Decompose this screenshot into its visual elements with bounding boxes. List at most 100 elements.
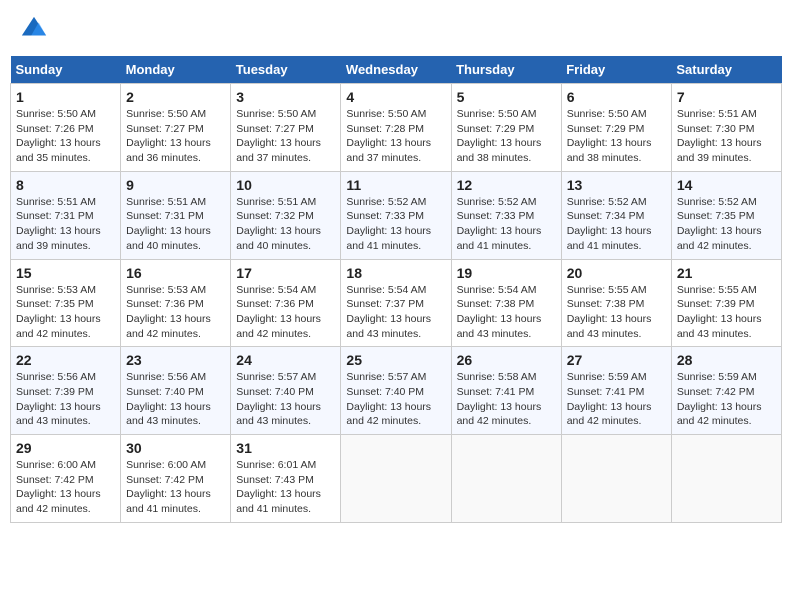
day-number: 16: [126, 265, 225, 281]
calendar-day: 28Sunrise: 5:59 AM Sunset: 7:42 PM Dayli…: [671, 347, 781, 435]
calendar-table: SundayMondayTuesdayWednesdayThursdayFrid…: [10, 56, 782, 523]
calendar-day: 31Sunrise: 6:01 AM Sunset: 7:43 PM Dayli…: [231, 435, 341, 523]
day-number: 20: [567, 265, 666, 281]
calendar-day: 10 Sunrise: 5:51 AM Sunset: 7:32 PM Dayli…: [231, 171, 341, 259]
calendar-week-2: 8 Sunrise: 5:51 AM Sunset: 7:31 PM Daylig…: [11, 171, 782, 259]
day-number: 23: [126, 352, 225, 368]
calendar-day: 15 Sunrise: 5:53 AM Sunset: 7:35 PM Dayli…: [11, 259, 121, 347]
day-info: Sunrise: 5:50 AM Sunset: 7:27 PM Dayligh…: [126, 107, 225, 166]
calendar-week-3: 15 Sunrise: 5:53 AM Sunset: 7:35 PM Dayli…: [11, 259, 782, 347]
day-number: 10: [236, 177, 335, 193]
day-number: 3: [236, 89, 335, 105]
day-info: Sunrise: 5:50 AM Sunset: 7:29 PM Dayligh…: [567, 107, 666, 166]
calendar-day: 23 Sunrise: 5:56 AM Sunset: 7:40 PM Dayli…: [121, 347, 231, 435]
calendar-day: 18Sunrise: 5:54 AM Sunset: 7:37 PM Dayli…: [341, 259, 451, 347]
calendar-week-4: 22 Sunrise: 5:56 AM Sunset: 7:39 PM Dayli…: [11, 347, 782, 435]
calendar-day: 20 Sunrise: 5:55 AM Sunset: 7:38 PM Dayli…: [561, 259, 671, 347]
day-header-thursday: Thursday: [451, 56, 561, 84]
day-info: Sunrise: 5:57 AM Sunset: 7:40 PM Dayligh…: [236, 370, 335, 429]
calendar-day: 7Sunrise: 5:51 AM Sunset: 7:30 PM Daylig…: [671, 84, 781, 172]
calendar-day: [671, 435, 781, 523]
day-info: Sunrise: 5:56 AM Sunset: 7:39 PM Dayligh…: [16, 370, 115, 429]
calendar-day: 24Sunrise: 5:57 AM Sunset: 7:40 PM Dayli…: [231, 347, 341, 435]
day-info: Sunrise: 6:00 AM Sunset: 7:42 PM Dayligh…: [126, 458, 225, 517]
calendar-day: 17 Sunrise: 5:54 AM Sunset: 7:36 PM Dayli…: [231, 259, 341, 347]
day-header-saturday: Saturday: [671, 56, 781, 84]
day-number: 9: [126, 177, 225, 193]
calendar-week-5: 29Sunrise: 6:00 AM Sunset: 7:42 PM Dayli…: [11, 435, 782, 523]
calendar-day: 5 Sunrise: 5:50 AM Sunset: 7:29 PM Daylig…: [451, 84, 561, 172]
day-info: Sunrise: 5:50 AM Sunset: 7:26 PM Dayligh…: [16, 107, 115, 166]
calendar-day: 8 Sunrise: 5:51 AM Sunset: 7:31 PM Daylig…: [11, 171, 121, 259]
calendar-day: 16 Sunrise: 5:53 AM Sunset: 7:36 PM Dayli…: [121, 259, 231, 347]
day-info: Sunrise: 5:50 AM Sunset: 7:28 PM Dayligh…: [346, 107, 445, 166]
day-info: Sunrise: 5:51 AM Sunset: 7:32 PM Dayligh…: [236, 195, 335, 254]
day-info: Sunrise: 6:00 AM Sunset: 7:42 PM Dayligh…: [16, 458, 115, 517]
calendar-day: [561, 435, 671, 523]
day-number: 1: [16, 89, 115, 105]
day-info: Sunrise: 5:51 AM Sunset: 7:31 PM Dayligh…: [16, 195, 115, 254]
logo-icon: [20, 15, 48, 43]
day-number: 25: [346, 352, 445, 368]
day-info: Sunrise: 5:55 AM Sunset: 7:38 PM Dayligh…: [567, 283, 666, 342]
day-info: Sunrise: 5:56 AM Sunset: 7:40 PM Dayligh…: [126, 370, 225, 429]
day-number: 6: [567, 89, 666, 105]
day-number: 5: [457, 89, 556, 105]
calendar-day: 21 Sunrise: 5:55 AM Sunset: 7:39 PM Dayli…: [671, 259, 781, 347]
day-info: Sunrise: 5:58 AM Sunset: 7:41 PM Dayligh…: [457, 370, 556, 429]
calendar-day: 26 Sunrise: 5:58 AM Sunset: 7:41 PM Dayli…: [451, 347, 561, 435]
day-header-sunday: Sunday: [11, 56, 121, 84]
day-number: 27: [567, 352, 666, 368]
day-info: Sunrise: 5:51 AM Sunset: 7:31 PM Dayligh…: [126, 195, 225, 254]
calendar-day: [341, 435, 451, 523]
day-number: 12: [457, 177, 556, 193]
day-info: Sunrise: 6:01 AM Sunset: 7:43 PM Dayligh…: [236, 458, 335, 517]
day-number: 18: [346, 265, 445, 281]
day-number: 13: [567, 177, 666, 193]
calendar-day: 25 Sunrise: 5:57 AM Sunset: 7:40 PM Dayli…: [341, 347, 451, 435]
calendar-day: 29Sunrise: 6:00 AM Sunset: 7:42 PM Dayli…: [11, 435, 121, 523]
day-number: 4: [346, 89, 445, 105]
day-number: 8: [16, 177, 115, 193]
header-row: SundayMondayTuesdayWednesdayThursdayFrid…: [11, 56, 782, 84]
day-info: Sunrise: 5:54 AM Sunset: 7:38 PM Dayligh…: [457, 283, 556, 342]
calendar-day: 13Sunrise: 5:52 AM Sunset: 7:34 PM Dayli…: [561, 171, 671, 259]
calendar-day: 6 Sunrise: 5:50 AM Sunset: 7:29 PM Daylig…: [561, 84, 671, 172]
calendar-day: 12Sunrise: 5:52 AM Sunset: 7:33 PM Dayli…: [451, 171, 561, 259]
calendar-day: 14 Sunrise: 5:52 AM Sunset: 7:35 PM Dayli…: [671, 171, 781, 259]
day-info: Sunrise: 5:53 AM Sunset: 7:35 PM Dayligh…: [16, 283, 115, 342]
day-number: 26: [457, 352, 556, 368]
day-info: Sunrise: 5:57 AM Sunset: 7:40 PM Dayligh…: [346, 370, 445, 429]
calendar-day: 3 Sunrise: 5:50 AM Sunset: 7:27 PM Daylig…: [231, 84, 341, 172]
day-info: Sunrise: 5:59 AM Sunset: 7:42 PM Dayligh…: [677, 370, 776, 429]
calendar-day: [451, 435, 561, 523]
day-number: 11: [346, 177, 445, 193]
day-info: Sunrise: 5:51 AM Sunset: 7:30 PM Dayligh…: [677, 107, 776, 166]
day-number: 17: [236, 265, 335, 281]
day-info: Sunrise: 5:54 AM Sunset: 7:36 PM Dayligh…: [236, 283, 335, 342]
calendar-day: 2 Sunrise: 5:50 AM Sunset: 7:27 PM Daylig…: [121, 84, 231, 172]
calendar-day: 11Sunrise: 5:52 AM Sunset: 7:33 PM Dayli…: [341, 171, 451, 259]
calendar-day: 4 Sunrise: 5:50 AM Sunset: 7:28 PM Daylig…: [341, 84, 451, 172]
page-header: [10, 10, 782, 48]
logo: [20, 15, 52, 43]
day-info: Sunrise: 5:52 AM Sunset: 7:35 PM Dayligh…: [677, 195, 776, 254]
day-number: 21: [677, 265, 776, 281]
day-header-tuesday: Tuesday: [231, 56, 341, 84]
calendar-day: 19Sunrise: 5:54 AM Sunset: 7:38 PM Dayli…: [451, 259, 561, 347]
calendar-day: 9 Sunrise: 5:51 AM Sunset: 7:31 PM Daylig…: [121, 171, 231, 259]
day-header-monday: Monday: [121, 56, 231, 84]
day-number: 14: [677, 177, 776, 193]
day-info: Sunrise: 5:50 AM Sunset: 7:29 PM Dayligh…: [457, 107, 556, 166]
day-number: 15: [16, 265, 115, 281]
day-info: Sunrise: 5:55 AM Sunset: 7:39 PM Dayligh…: [677, 283, 776, 342]
day-number: 22: [16, 352, 115, 368]
day-number: 30: [126, 440, 225, 456]
calendar-week-1: 1 Sunrise: 5:50 AM Sunset: 7:26 PM Daylig…: [11, 84, 782, 172]
day-info: Sunrise: 5:53 AM Sunset: 7:36 PM Dayligh…: [126, 283, 225, 342]
day-info: Sunrise: 5:50 AM Sunset: 7:27 PM Dayligh…: [236, 107, 335, 166]
day-number: 2: [126, 89, 225, 105]
day-info: Sunrise: 5:59 AM Sunset: 7:41 PM Dayligh…: [567, 370, 666, 429]
calendar-day: 22 Sunrise: 5:56 AM Sunset: 7:39 PM Dayli…: [11, 347, 121, 435]
calendar-day: 30 Sunrise: 6:00 AM Sunset: 7:42 PM Dayli…: [121, 435, 231, 523]
